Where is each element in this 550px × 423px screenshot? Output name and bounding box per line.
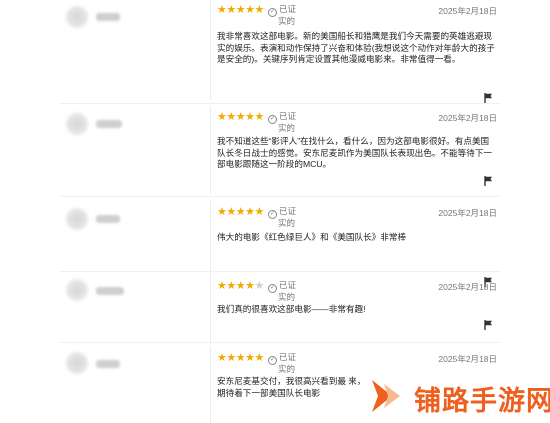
verified-badge: ✓ 已证 实的 xyxy=(268,352,297,374)
review-date: 2025年2月18日 xyxy=(438,113,497,123)
username-blurred xyxy=(96,360,120,368)
username-blurred xyxy=(96,13,120,21)
divider xyxy=(210,274,211,344)
review-text: 伟大的电影《红色绿巨人》和《美国队长》非常棒 xyxy=(217,232,407,242)
review-date: 2025年2月18日 xyxy=(438,354,497,364)
username-blurred xyxy=(96,120,122,128)
avatar xyxy=(66,113,88,135)
divider xyxy=(210,0,211,100)
review-date: 2025年2月18日 xyxy=(438,282,497,292)
verified-badge: ✓ 已证 实的 xyxy=(268,4,297,26)
avatar xyxy=(66,208,88,230)
review-text: 安东尼麦基交付，我很高兴看到最 来，期待着下一部美国队长电影 xyxy=(217,376,366,398)
star-rating: ★★★★★ xyxy=(217,206,264,218)
username-blurred xyxy=(96,215,120,223)
review-date: 2025年2月18日 xyxy=(438,208,497,218)
check-circle-icon: ✓ xyxy=(268,115,277,124)
row-separator xyxy=(60,103,500,104)
verified-badge: ✓ 已证 实的 xyxy=(268,111,297,133)
check-circle-icon: ✓ xyxy=(268,210,277,219)
row-separator xyxy=(60,342,500,343)
check-circle-icon: ✓ xyxy=(268,356,277,365)
verified-badge: ✓ 已证 实的 xyxy=(268,206,297,228)
arrow-logo-icon xyxy=(372,380,400,412)
username-blurred xyxy=(96,287,124,295)
check-circle-icon: ✓ xyxy=(268,284,277,293)
flag-icon[interactable] xyxy=(484,176,493,186)
avatar xyxy=(66,279,88,301)
divider xyxy=(210,200,211,285)
star-rating: ★★★★★ xyxy=(217,111,264,123)
watermark: 铺路手游网 xyxy=(362,372,550,423)
review-text: 我们真的很喜欢这部电影——非常有趣! xyxy=(217,304,366,314)
row-separator xyxy=(60,271,500,272)
divider xyxy=(210,346,211,423)
flag-icon[interactable] xyxy=(484,93,493,103)
star-rating: ★★★★★ xyxy=(217,280,264,292)
verified-badge: ✓ 已证 实的 xyxy=(268,280,297,302)
divider xyxy=(210,106,211,194)
review-text: 我非常喜欢这部电影。新的美国船长和猎鹰是我们今天需要的英雄逃避现实的娱乐。表演和… xyxy=(217,31,495,64)
row-separator xyxy=(60,196,500,197)
review-date: 2025年2月18日 xyxy=(438,6,497,16)
flag-icon[interactable] xyxy=(484,320,493,330)
star-rating: ★★★★★ xyxy=(217,352,264,364)
watermark-text: 铺路手游网 xyxy=(414,386,550,416)
check-circle-icon: ✓ xyxy=(268,8,277,17)
avatar xyxy=(66,6,88,28)
review-text: 我不知道这些“影评人”在找什么，看什么，因为这部电影很好。有点美国队长冬日战士的… xyxy=(217,136,493,169)
avatar xyxy=(66,352,88,374)
star-rating: ★★★★★ xyxy=(217,4,264,16)
